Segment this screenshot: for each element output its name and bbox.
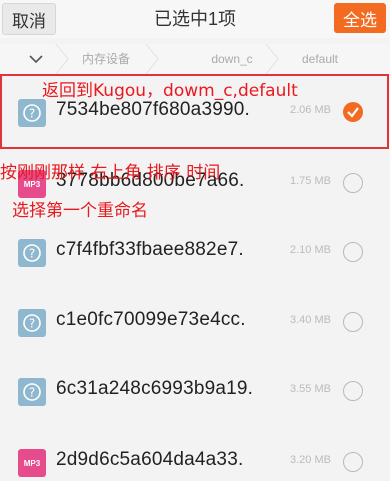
breadcrumb-separator [145, 44, 159, 74]
breadcrumb-separator [265, 44, 279, 74]
page-title: 已选中1项 [153, 9, 236, 29]
file-size: 3.55 MB [290, 383, 331, 395]
annotation-note-return: 返回到Kugou，dowm_c,default [42, 81, 298, 101]
breadcrumb-item-default[interactable]: default [280, 44, 360, 74]
svg-text:?: ? [29, 317, 35, 331]
chevron-down-icon[interactable] [28, 53, 44, 65]
checkbox-icon[interactable] [343, 312, 363, 332]
file-row[interactable]: MP3 2d9d6c5a604da4a33. 3.20 MB [0, 432, 390, 481]
select-all-button[interactable]: 全选 [334, 3, 386, 33]
breadcrumb-item-memory[interactable]: 内存设备 [66, 44, 146, 74]
mp3-file-icon: MP3 [18, 449, 46, 477]
mp3-icon-label: MP3 [23, 458, 41, 468]
file-row[interactable]: ? c7f4fbf33fbaee882e7. 2.10 MB [0, 222, 390, 288]
checkbox-icon[interactable] [343, 381, 363, 401]
annotation-note-rename: 选择第一个重命名 [12, 201, 148, 221]
top-bar: 取消 已选中1项 全选 [0, 0, 390, 38]
checkbox-icon[interactable] [343, 452, 363, 472]
file-selection-screen: 取消 已选中1项 全选 内存设备 down_c default ? 7534be… [0, 0, 390, 481]
file-name: c1e0fc70099e73e4cc. [56, 309, 246, 330]
file-row[interactable]: ? c1e0fc70099e73e4cc. 3.40 MB [0, 292, 390, 358]
file-size: 1.75 MB [290, 175, 331, 187]
file-size: 3.40 MB [290, 314, 331, 326]
file-size: 2.10 MB [290, 244, 331, 256]
svg-text:?: ? [29, 386, 35, 400]
breadcrumb-item-down-c[interactable]: down_c [192, 44, 272, 74]
breadcrumb: 内存设备 down_c default [0, 44, 390, 74]
checkbox-icon[interactable] [343, 242, 363, 262]
cancel-button[interactable]: 取消 [2, 3, 56, 35]
svg-text:?: ? [29, 247, 35, 261]
file-size: 3.20 MB [290, 454, 331, 466]
file-name: 2d9d6c5a604da4a33. [56, 449, 244, 470]
checkbox-icon[interactable] [343, 173, 363, 193]
unknown-file-icon: ? [18, 378, 46, 406]
unknown-file-icon: ? [18, 239, 46, 267]
file-name: 6c31a248c6993b9a19. [56, 378, 254, 399]
file-row[interactable]: ? 6c31a248c6993b9a19. 3.55 MB [0, 361, 390, 427]
file-name: c7f4fbf33fbaee882e7. [56, 239, 244, 260]
unknown-file-icon: ? [18, 309, 46, 337]
annotation-note-sort: 按刚刚那样 右上角 排序 时间 [0, 163, 221, 183]
